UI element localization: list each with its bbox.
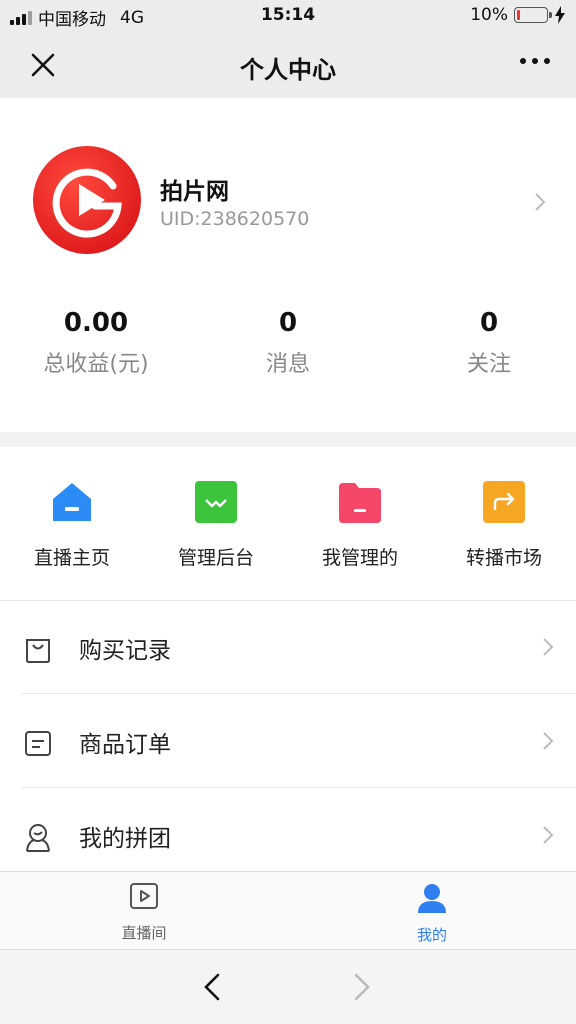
- grid-item-managed[interactable]: 我管理的: [288, 479, 432, 570]
- status-right: 10%: [470, 5, 566, 25]
- chevron-right-icon: [543, 638, 554, 656]
- grid-label: 我管理的: [321, 547, 398, 569]
- share-icon: [481, 479, 527, 525]
- stat-following[interactable]: 0 关注: [393, 308, 576, 378]
- stat-value: 0: [278, 308, 298, 338]
- profile-name[interactable]: 拍片网: [160, 172, 229, 206]
- menu-list: 购买记录 商品订单 我的拼团: [0, 601, 576, 871]
- battery-percent: 10%: [470, 5, 508, 25]
- status-bar: 中国移动 4G 15:14 10%: [0, 0, 576, 32]
- tab-label: 我的: [416, 926, 447, 944]
- dashboard-icon: [193, 479, 239, 525]
- avatar[interactable]: [33, 146, 141, 254]
- grid-item-admin[interactable]: 管理后台: [144, 479, 288, 570]
- list-item-group-buy[interactable]: 我的拼团: [22, 789, 576, 871]
- grid-label: 直播主页: [33, 547, 110, 569]
- group-buy-icon: [26, 824, 50, 852]
- order-icon: [25, 731, 51, 756]
- chevron-right-icon[interactable]: [534, 192, 546, 212]
- quick-menu: 直播主页 管理后台 我管理的 转播市场: [0, 447, 576, 601]
- stat-earnings[interactable]: 0.00 总收益(元): [0, 308, 192, 378]
- grid-item-relay-market[interactable]: 转播市场: [432, 479, 576, 570]
- forward-arrow-icon[interactable]: [350, 972, 374, 1002]
- more-icon[interactable]: [520, 58, 550, 64]
- nav-bar: 个人中心: [0, 32, 576, 98]
- list-label: 商品订单: [79, 732, 171, 758]
- tab-label: 直播间: [121, 924, 167, 942]
- page-title: 个人中心: [240, 56, 336, 84]
- tab-live-room[interactable]: 直播间: [74, 882, 214, 943]
- chevron-right-icon: [543, 732, 554, 750]
- profile-card: 拍片网 UID:238620570 0.00 总收益(元) 0 消息 0 关注: [0, 98, 576, 432]
- battery-fill: [517, 10, 520, 20]
- stat-value: 0.00: [63, 308, 129, 338]
- logo-icon: [52, 168, 122, 238]
- tab-bar: 直播间 我的: [0, 871, 576, 949]
- stat-value: 0: [479, 308, 499, 338]
- user-icon: [418, 884, 446, 913]
- stat-label: 关注: [466, 352, 511, 377]
- grid-item-live-home[interactable]: 直播主页: [0, 479, 144, 570]
- list-label: 我的拼团: [79, 826, 171, 852]
- stat-messages[interactable]: 0 消息: [192, 308, 384, 378]
- back-arrow-icon[interactable]: [200, 972, 224, 1002]
- charging-icon: [555, 6, 565, 24]
- list-item-purchase-records[interactable]: 购买记录: [22, 601, 576, 694]
- play-box-icon: [130, 883, 158, 909]
- chevron-right-icon: [543, 826, 554, 844]
- stat-label: 总收益(元): [43, 352, 149, 377]
- home-icon: [49, 479, 95, 525]
- list-item-product-orders[interactable]: 商品订单: [22, 695, 576, 788]
- grid-label: 转播市场: [465, 547, 542, 569]
- stat-label: 消息: [265, 352, 310, 377]
- folder-icon: [337, 479, 383, 525]
- tab-mine[interactable]: 我的: [362, 882, 502, 945]
- grid-label: 管理后台: [177, 547, 254, 569]
- list-label: 购买记录: [79, 638, 171, 664]
- battery-icon: [514, 7, 552, 23]
- browser-toolbar: [0, 949, 576, 1024]
- shopping-bag-icon: [26, 639, 50, 663]
- profile-uid: UID:238620570: [160, 208, 310, 230]
